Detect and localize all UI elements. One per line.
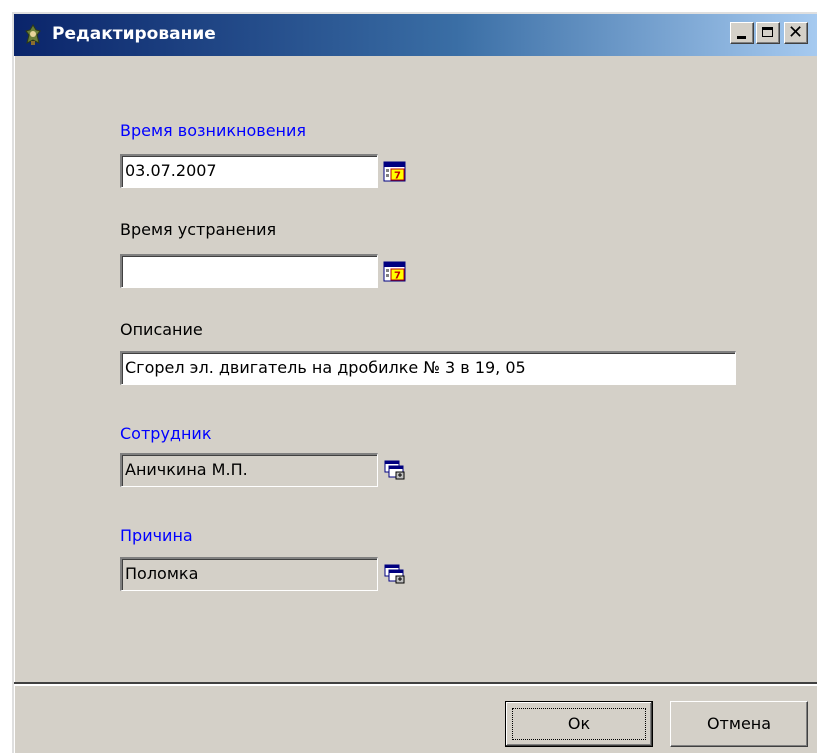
minimize-button[interactable] [730, 22, 754, 44]
occurrence-time-label: Время возникновения [120, 121, 307, 140]
calendar-icon: 7 [383, 261, 406, 282]
maximize-icon [762, 27, 773, 37]
employee-input[interactable]: Аничкина М.П. [120, 453, 378, 487]
reason-lookup-button[interactable] [378, 557, 412, 591]
resolution-time-input[interactable] [120, 254, 378, 288]
resolution-time-label: Время устранения [120, 220, 277, 239]
svg-text:7: 7 [394, 171, 401, 182]
description-input[interactable]: Сгорел эл. двигатель на дробилке № 3 в 1… [120, 351, 736, 385]
calendar-icon: 7 [383, 161, 406, 182]
close-button[interactable]: ✕ [784, 22, 808, 44]
reason-label: Причина [120, 526, 193, 545]
cancel-button-label: Отмена [706, 714, 772, 733]
title-bar[interactable]: Редактирование ✕ [14, 14, 817, 56]
resolution-calendar-button[interactable]: 7 [378, 254, 412, 288]
occurrence-calendar-button[interactable]: 7 [378, 154, 412, 188]
svg-text:7: 7 [394, 271, 401, 282]
minimize-icon [737, 36, 746, 39]
reason-input[interactable]: Поломка [120, 557, 378, 591]
edit-dialog-window: Редактирование ✕ Время возникновения 03.… [12, 12, 817, 753]
description-label: Описание [120, 320, 203, 339]
app-icon [25, 24, 41, 45]
maximize-button[interactable] [756, 22, 780, 44]
window-title: Редактирование [52, 24, 216, 44]
cancel-button[interactable]: Отмена [670, 701, 808, 747]
ok-button-label: Ок [567, 714, 591, 733]
close-icon: ✕ [788, 22, 804, 43]
footer-separator [14, 682, 817, 686]
occurrence-time-input[interactable]: 03.07.2007 [120, 154, 378, 188]
lookup-icon [384, 564, 405, 584]
employee-lookup-button[interactable] [378, 453, 412, 487]
ok-button[interactable]: Ок [505, 701, 653, 747]
employee-label: Сотрудник [120, 424, 212, 443]
lookup-icon [384, 460, 405, 480]
